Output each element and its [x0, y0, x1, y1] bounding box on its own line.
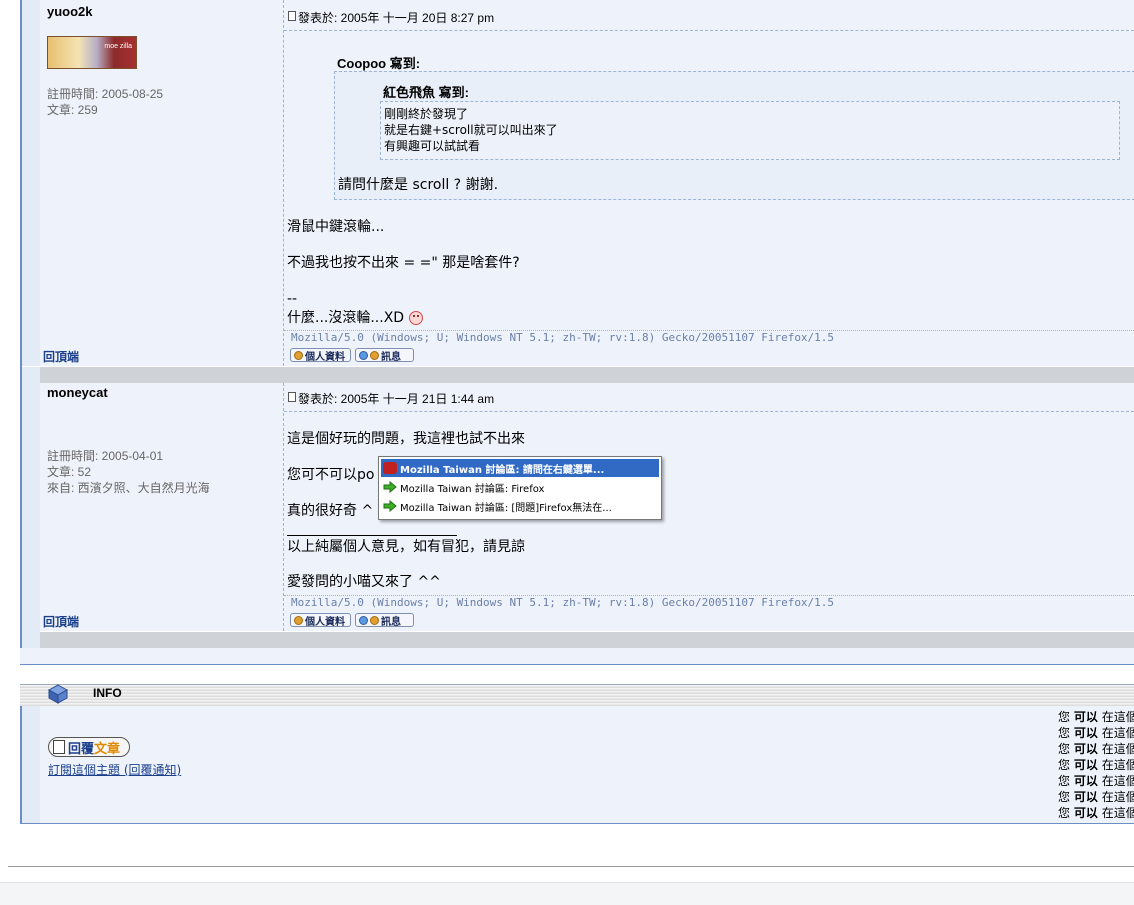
info-gutter: [22, 706, 40, 823]
post-2-sig-line-2: 愛發問的小喵又來了 ^^: [287, 574, 441, 590]
post-1-avatar-text: moe zilla: [104, 43, 132, 50]
post-1-back-to-top[interactable]: 回頂端: [43, 348, 79, 365]
post-1-sig: 什麼...沒滾輪...XD: [287, 309, 424, 327]
cube-icon: [48, 684, 68, 704]
post-2-gutter: [22, 367, 40, 664]
permission-line: 您 可以 在這個: [1058, 790, 1134, 804]
post-2-profile-button[interactable]: 個人資料: [290, 613, 351, 628]
posts-footer: [20, 648, 1134, 665]
post-separator-1: [40, 367, 1134, 383]
popup-item-2-label: Mozilla Taiwan 討論區: Firefox: [400, 483, 545, 495]
users-icon: [359, 350, 368, 360]
users-icon-2: [370, 350, 379, 360]
info-header: [20, 684, 1134, 707]
permission-line: 您 可以 在這個: [1058, 774, 1134, 788]
post-1-article-count: 文章: 259: [47, 103, 98, 117]
bug-icon: [383, 462, 397, 474]
permission-line: 您 可以 在這個: [1058, 758, 1134, 772]
post-2-register-date: 註冊時間: 2005-04-01: [47, 449, 164, 463]
subscribe-link[interactable]: 訂閱這個主題 (回覆通知): [48, 761, 181, 778]
post-2-header-divider: [284, 411, 1134, 412]
post-1-header-divider: [284, 30, 1134, 31]
post-1-sig-line: 什麼...沒滾輪...XD: [287, 310, 405, 326]
post-1-gutter: [22, 0, 40, 366]
smiley-icon: [409, 311, 424, 325]
pm-button-label: 訊息: [381, 351, 401, 363]
post-2-useragent: Mozilla/5.0 (Windows; U; Windows NT 5.1;…: [291, 596, 835, 609]
document-icon: [53, 740, 65, 754]
post-1-date: 發表於: 2005年 十一月 20日 8:27 pm: [298, 11, 495, 25]
reply-button-label-b: 文章: [94, 740, 121, 756]
post-2-back-to-top[interactable]: 回頂端: [43, 613, 79, 630]
post-1-sig-dash: --: [287, 291, 298, 307]
permission-line: 您 可以 在這個: [1058, 742, 1134, 756]
post-2-sig-line-1: 以上純屬個人意見，如有冒犯，請見諒: [287, 539, 525, 555]
post-2-sig-rule: [287, 535, 457, 536]
post-2-pm-button[interactable]: 訊息: [355, 613, 414, 628]
post-1-divider: [283, 0, 284, 366]
popup-item-3-label: Mozilla Taiwan 討論區: [問題]Firefox無法在...: [400, 502, 612, 514]
profile-button-label: 個人資料: [305, 351, 345, 363]
post-1-username[interactable]: yuoo2k: [47, 4, 93, 19]
profile-button-label: 個人資料: [305, 616, 345, 628]
quote-inner-line-1: 剛剛終於發現了: [384, 107, 469, 121]
post-2-divider: [283, 383, 284, 631]
permissions-list: 您 可以 在這個 您 可以 在這個 您 可以 在這個 您 可以 在這個 您 可以…: [1058, 709, 1134, 821]
pm-button-label: 訊息: [381, 616, 401, 628]
reply-button-label-a: 回覆: [68, 740, 95, 756]
quote-inner-author: 紅色飛魚 寫到:: [383, 85, 469, 100]
arrow-right-icon: [383, 500, 397, 512]
users-icon: [359, 615, 368, 625]
post-2-date: 發表於: 2005年 十一月 21日 1:44 am: [298, 392, 495, 406]
post-1-pm-button[interactable]: 訊息: [355, 348, 414, 363]
post-1-useragent: Mozilla/5.0 (Windows; U; Windows NT 5.1;…: [291, 331, 835, 344]
profile-icon: [294, 350, 303, 360]
arrow-right-icon: [383, 481, 397, 493]
permission-line: 您 可以 在這個: [1058, 710, 1134, 724]
popup-item-2[interactable]: Mozilla Taiwan 討論區: Firefox: [381, 478, 659, 496]
permission-line: 您 可以 在這個: [1058, 726, 1134, 740]
post-icon: [288, 11, 296, 21]
post-1-body-line-1: 滑鼠中鍵滾輪...: [287, 219, 385, 235]
popup-item-1[interactable]: Mozilla Taiwan 討論區: 請問在右鍵選單...: [381, 459, 659, 477]
post-1-register-date: 註冊時間: 2005-08-25: [47, 87, 164, 101]
permission-line: 您 可以 在這個: [1058, 806, 1134, 820]
post-2-body-line-3: 真的很好奇 ^: [287, 503, 374, 519]
info-body: [20, 706, 1134, 824]
post-2-body-line-2: 您可不可以po: [287, 467, 375, 483]
popup-item-1-label: Mozilla Taiwan 討論區: 請問在右鍵選單...: [400, 464, 605, 476]
post-2-article-count: 文章: 52: [47, 465, 92, 479]
post-2-location: 來自: 西濱夕照、大自然月光海: [47, 481, 210, 495]
post-1-avatar: moe zilla: [47, 36, 137, 69]
reply-button[interactable]: 回覆 文章: [48, 737, 130, 757]
popup-item-3[interactable]: Mozilla Taiwan 討論區: [問題]Firefox無法在...: [381, 497, 659, 515]
post-1-body-line-2: 不過我也按不出來 = =" 那是啥套件?: [287, 255, 520, 271]
quote-inner-line-2: 就是右鍵+scroll就可以叫出來了: [384, 123, 558, 137]
quote-outer-text: 請問什麼是 scroll ? 謝謝.: [338, 177, 499, 193]
post-icon: [288, 392, 296, 402]
users-icon-2: [370, 615, 379, 625]
autocomplete-popup: Mozilla Taiwan 討論區: 請問在右鍵選單... Mozilla T…: [378, 456, 662, 520]
quote-inner-line-3: 有興趣可以試試看: [384, 139, 481, 153]
page-footer: [0, 882, 1134, 905]
post-2-body-line-1: 這是個好玩的問題，我這裡也試不出來: [287, 431, 525, 447]
post-1-profile-button[interactable]: 個人資料: [290, 348, 351, 363]
profile-icon: [294, 615, 303, 625]
info-title: INFO: [93, 686, 122, 700]
quote-outer-author: Coopoo 寫到:: [337, 56, 421, 71]
page-bottom-rule: [8, 866, 1134, 867]
post-separator-2: [40, 632, 1134, 648]
post-2-username[interactable]: moneycat: [47, 385, 108, 400]
